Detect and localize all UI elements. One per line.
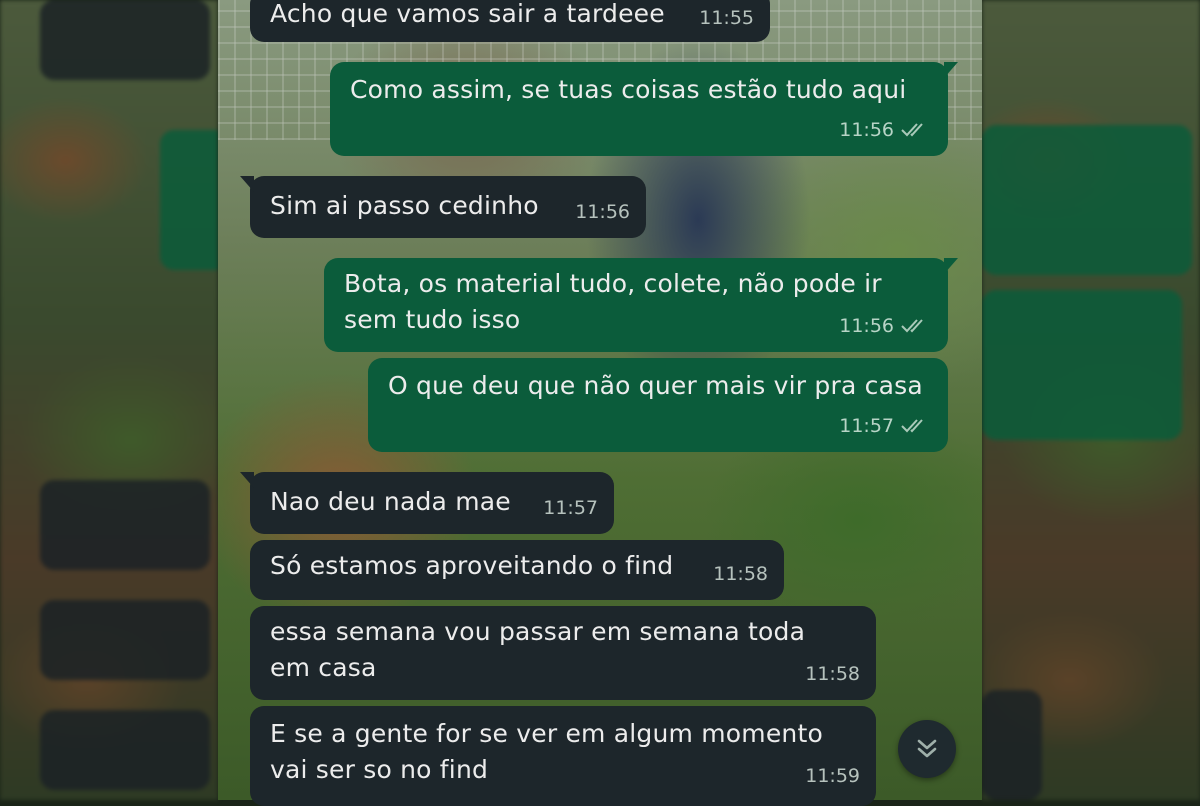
message-time: 11:56 <box>839 119 894 141</box>
message-bubble-incoming[interactable]: Sim ai passo cedinho 11:56 <box>240 176 646 238</box>
message-bubble-incoming[interactable]: essa semana vou passar em semana toda em… <box>250 606 876 700</box>
message-time: 11:56 <box>839 315 894 337</box>
message-time: 11:56 <box>575 201 630 223</box>
message-bubble-outgoing[interactable]: Bota, os material tudo, colete, não pode… <box>324 258 958 352</box>
message-text: Como assim, se tuas coisas estão tudo aq… <box>350 75 907 104</box>
message-text: O que deu que não quer mais vir pra casa <box>388 371 923 400</box>
message-time: 11:57 <box>543 497 598 519</box>
message-time: 11:59 <box>805 765 860 787</box>
message-time: 11:58 <box>805 663 860 685</box>
message-bubble-outgoing[interactable]: Como assim, se tuas coisas estão tudo aq… <box>330 62 958 156</box>
message-bubble-incoming[interactable]: Só estamos aproveitando o find 11:58 <box>250 540 784 600</box>
message-bubble-incoming[interactable]: Acho que vamos sair a tardeee 11:55 <box>250 0 770 42</box>
message-text: Só estamos aproveitando o find <box>270 551 674 580</box>
message-bubble-incoming[interactable]: E se a gente for se ver em algum momento… <box>250 706 876 806</box>
message-time: 11:57 <box>839 415 894 437</box>
double-check-icon <box>901 419 923 433</box>
double-chevron-down-icon <box>917 739 937 758</box>
scroll-to-bottom-button[interactable] <box>898 720 956 778</box>
double-check-icon <box>901 319 923 333</box>
message-time: 11:58 <box>713 563 768 585</box>
blurred-background-right <box>982 0 1200 800</box>
blurred-background-left <box>0 0 218 800</box>
message-bubble-outgoing[interactable]: O que deu que não quer mais vir pra casa… <box>368 358 948 452</box>
double-check-icon <box>901 123 923 137</box>
message-bubble-incoming[interactable]: Nao deu nada mae 11:57 <box>240 472 614 534</box>
message-text: Acho que vamos sair a tardeee <box>270 0 665 28</box>
message-text: essa semana vou passar em semana toda em… <box>270 617 806 682</box>
message-text: E se a gente for se ver em algum momento… <box>270 719 823 784</box>
message-time: 11:55 <box>699 7 754 29</box>
